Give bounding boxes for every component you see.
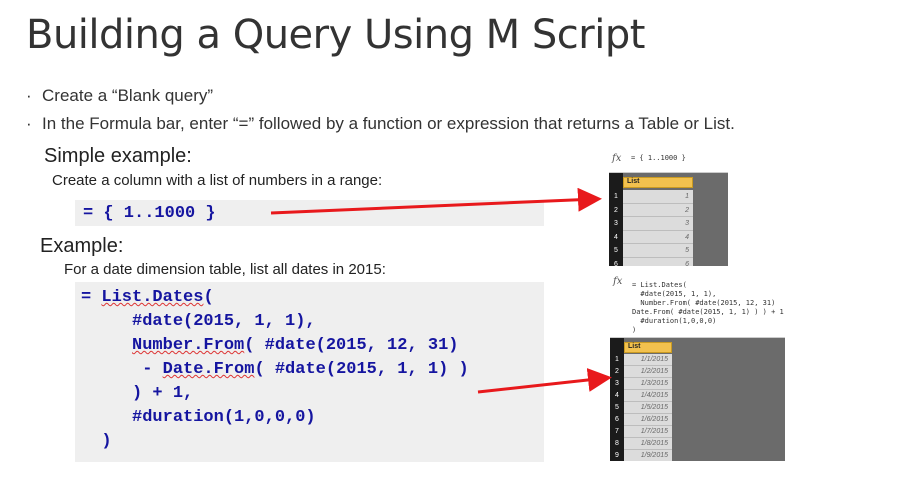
arrows-layer <box>270 187 612 394</box>
arrow-example <box>477 368 612 394</box>
arrow-simple <box>270 187 602 215</box>
